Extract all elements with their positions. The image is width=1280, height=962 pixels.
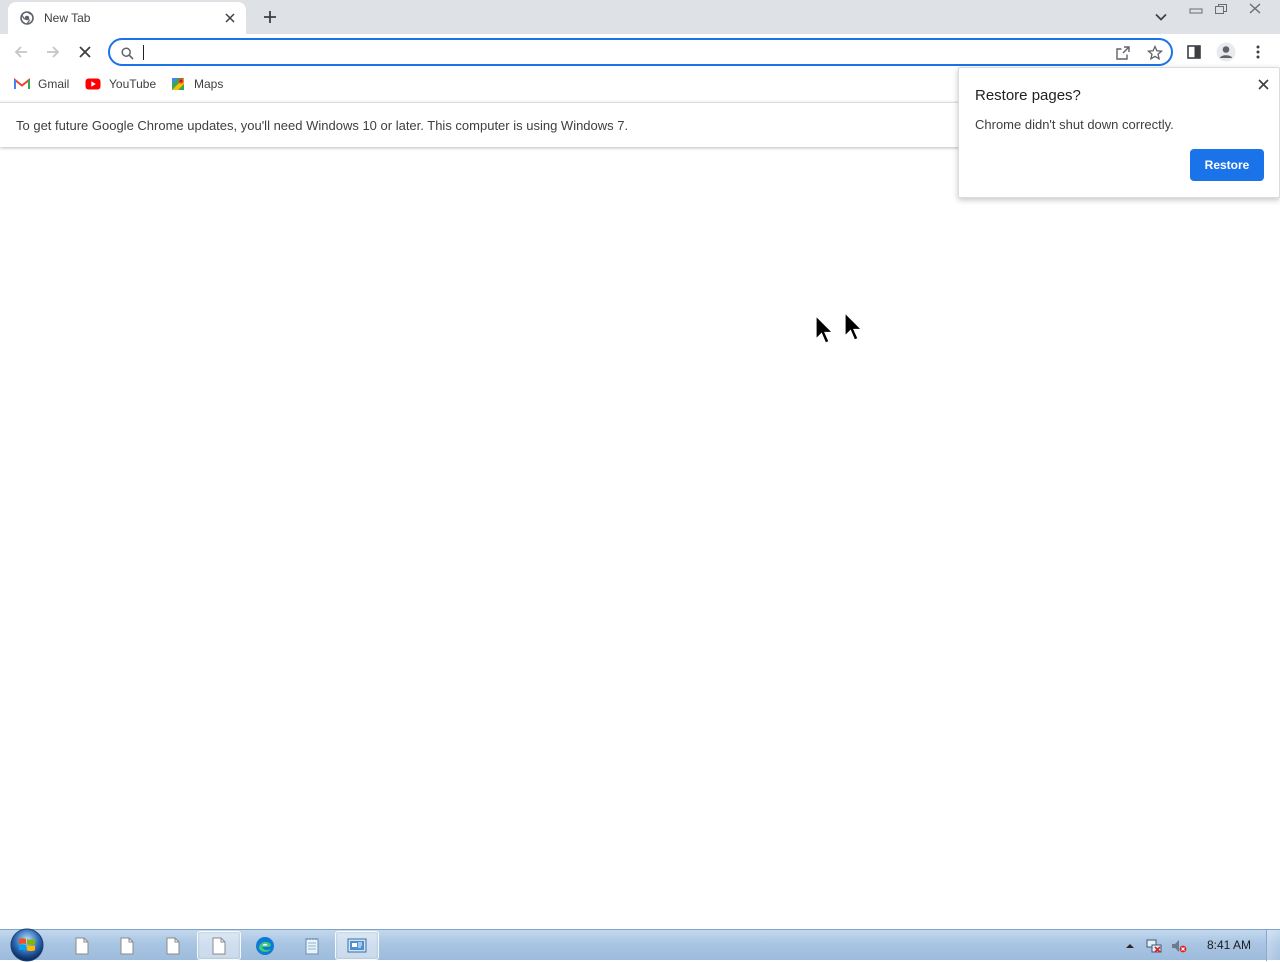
more-menu-icon[interactable] <box>1245 39 1271 65</box>
taskbar-item-file-4[interactable] <box>197 931 241 960</box>
bookmark-label: Maps <box>194 77 224 91</box>
restore-down-button[interactable] <box>1208 0 1233 17</box>
maps-icon <box>170 76 186 92</box>
mouse-cursor-icon <box>815 315 834 344</box>
file-icon <box>120 937 134 954</box>
stop-loading-button[interactable] <box>72 39 98 65</box>
network-app-icon <box>347 938 367 952</box>
taskbar-item-notepad[interactable] <box>290 931 334 960</box>
file-icon <box>166 937 180 954</box>
gmail-icon <box>14 76 30 92</box>
network-disconnected-icon[interactable] <box>1146 938 1162 954</box>
show-desktop-button[interactable] <box>1266 930 1280 961</box>
taskbar-item-network-app[interactable] <box>335 931 379 960</box>
share-icon[interactable] <box>1114 44 1132 62</box>
edge-icon <box>256 936 274 955</box>
dialog-message: Chrome didn't shut down correctly. <box>975 117 1174 132</box>
chevron-down-icon[interactable] <box>1150 7 1172 27</box>
taskbar-clock[interactable]: 8:41 AM <box>1207 938 1251 952</box>
bookmark-maps[interactable]: Maps <box>170 75 223 93</box>
new-tab-button[interactable] <box>259 6 281 28</box>
toolbar <box>0 34 1280 70</box>
file-icon <box>75 937 89 954</box>
address-input[interactable] <box>142 43 1082 62</box>
chrome-icon <box>19 10 35 26</box>
profile-avatar-icon[interactable] <box>1213 39 1239 65</box>
back-button[interactable] <box>8 39 34 65</box>
show-hidden-icons-button[interactable] <box>1122 938 1138 954</box>
bookmark-label: YouTube <box>109 77 157 91</box>
restore-button[interactable]: Restore <box>1190 149 1264 181</box>
tab-new-tab[interactable]: New Tab <box>8 2 246 34</box>
tab-title: New Tab <box>44 11 91 25</box>
side-panel-icon[interactable] <box>1181 39 1207 65</box>
bookmark-label: Gmail <box>38 77 70 91</box>
bookmark-youtube[interactable]: YouTube <box>85 75 156 93</box>
bookmark-star-icon[interactable] <box>1146 44 1164 62</box>
search-icon <box>119 45 135 61</box>
volume-muted-icon[interactable] <box>1171 938 1187 954</box>
taskbar: 8:41 AM <box>0 928 1280 962</box>
taskbar-item-file-2[interactable] <box>105 931 149 960</box>
forward-button[interactable] <box>40 39 66 65</box>
file-icon <box>212 937 226 954</box>
close-icon[interactable] <box>220 8 240 28</box>
taskbar-item-file-1[interactable] <box>60 931 104 960</box>
taskbar-item-file-3[interactable] <box>151 931 195 960</box>
mouse-cursor-icon <box>844 312 863 341</box>
infobar-message: To get future Google Chrome updates, you… <box>16 118 629 133</box>
youtube-icon <box>85 76 101 92</box>
taskbar-item-edge[interactable] <box>243 931 287 960</box>
address-bar[interactable] <box>108 38 1173 66</box>
restore-pages-dialog: Restore pages? Chrome didn't shut down c… <box>958 67 1280 198</box>
window-close-button[interactable] <box>1233 0 1276 17</box>
windows-logo-icon <box>10 928 44 962</box>
bookmark-gmail[interactable]: Gmail <box>14 75 69 93</box>
minimize-button[interactable] <box>1183 0 1209 17</box>
text-caret <box>143 45 144 60</box>
tab-strip: New Tab <box>0 0 1280 34</box>
start-button[interactable] <box>9 928 45 962</box>
close-icon[interactable] <box>1253 74 1273 94</box>
notepad-icon <box>305 937 319 954</box>
dialog-title: Restore pages? <box>975 87 1081 104</box>
